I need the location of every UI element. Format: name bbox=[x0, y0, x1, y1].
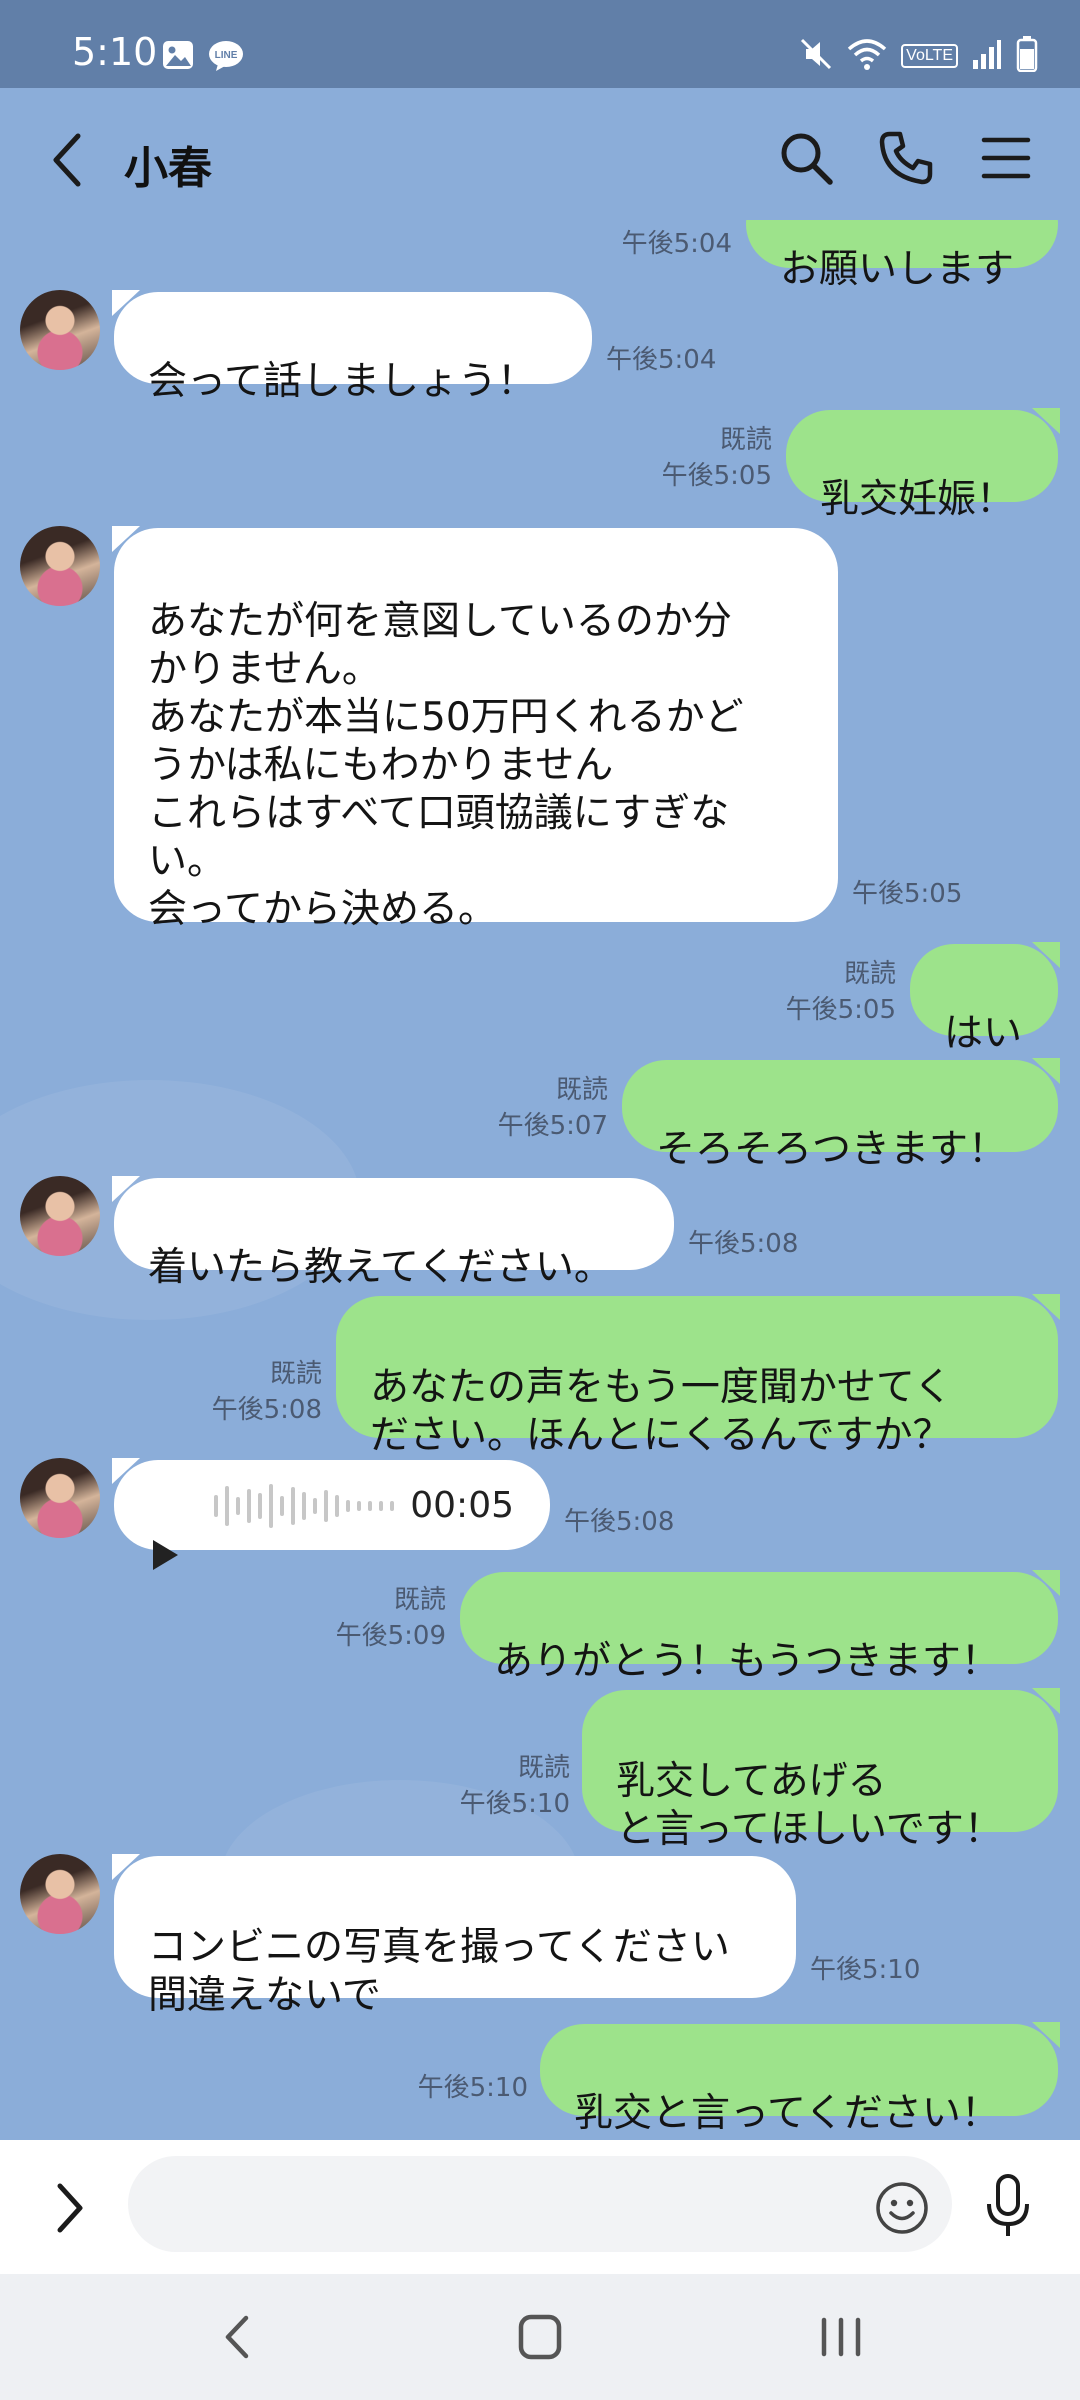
voice-duration: 00:05 bbox=[410, 1485, 514, 1526]
message-time: 午後5:05 bbox=[661, 461, 772, 491]
read-receipt: 既読 bbox=[517, 1753, 570, 1783]
volte-icon: VoLTE bbox=[901, 44, 958, 68]
message-time: 午後5:04 bbox=[606, 345, 717, 375]
message-text: 会って話しましょう！ bbox=[148, 359, 537, 404]
voice-message[interactable]: 00:05 bbox=[112, 1458, 550, 1570]
message-text: お願いします bbox=[780, 247, 1015, 292]
message-bubble-sent[interactable]: 乳交してあげる と言ってほしいです！ bbox=[582, 1688, 1060, 1852]
message-time: 午後5:05 bbox=[785, 995, 896, 1025]
message-bubble-received[interactable]: コンビニの写真を撮ってください 間違えないで bbox=[112, 1854, 796, 2018]
message-text: はい bbox=[944, 1011, 1023, 1056]
message-meta: 既読 午後5:05 bbox=[574, 422, 772, 494]
message-bubble-sent[interactable]: お願いします bbox=[746, 220, 1058, 292]
message-meta: 午後5:04 bbox=[540, 226, 732, 262]
message-meta: 既読 午後5:08 bbox=[120, 1356, 322, 1428]
mic-icon[interactable] bbox=[984, 2174, 1032, 2244]
message-bubble-received[interactable]: 会って話しましょう！ bbox=[112, 290, 592, 404]
message-time: 午後5:09 bbox=[335, 1621, 446, 1651]
voice-waveform bbox=[214, 1482, 394, 1530]
message-time: 午後5:04 bbox=[621, 229, 732, 259]
back-icon[interactable] bbox=[44, 128, 94, 192]
status-bar: 5:10 LINE VoLTE bbox=[0, 0, 1080, 88]
avatar[interactable] bbox=[20, 1458, 100, 1538]
message-text: 着いたら教えてください。 bbox=[148, 1245, 613, 1290]
message-time: 午後5:08 bbox=[688, 1229, 799, 1259]
message-bubble-sent[interactable]: はい bbox=[910, 942, 1060, 1056]
emoji-icon[interactable] bbox=[874, 2180, 930, 2240]
svg-text:LINE: LINE bbox=[215, 50, 238, 61]
message-meta: 午後5:10 bbox=[320, 2070, 528, 2106]
message-meta: 既読 午後5:10 bbox=[364, 1750, 570, 1822]
avatar[interactable] bbox=[20, 1854, 100, 1934]
read-receipt: 既読 bbox=[843, 959, 896, 989]
phone-icon[interactable] bbox=[876, 128, 936, 188]
line-app-icon: LINE bbox=[208, 40, 244, 76]
message-text: あなたの声をもう一度聞かせてく ださい。ほんとにくるんですか？ bbox=[370, 1365, 953, 1458]
message-bubble-sent[interactable]: 乳交と言ってください！ bbox=[540, 2022, 1060, 2136]
message-text: 乳交妊娠！ bbox=[820, 477, 1016, 522]
avatar[interactable] bbox=[20, 1176, 100, 1256]
status-icons: VoLTE bbox=[799, 36, 1038, 76]
message-text: コンビニの写真を撮ってください 間違えないで bbox=[148, 1925, 730, 2018]
avatar[interactable] bbox=[20, 526, 100, 606]
message-text: 乳交してあげる と言ってほしいです！ bbox=[616, 1759, 1003, 1852]
message-bubble-received[interactable]: あなたが何を意図しているのか分 かりません。 あなたが本当に50万円くれるかど … bbox=[112, 526, 838, 932]
message-text: あなたが何を意図しているのか分 かりません。 あなたが本当に50万円くれるかど … bbox=[148, 599, 744, 932]
chat-message-list[interactable]: お願いします 午後5:04 会って話しましょう！ 午後5:04 既読 午後5:0… bbox=[0, 220, 1080, 2140]
message-time: 午後5:08 bbox=[211, 1395, 322, 1425]
message-bubble-sent[interactable]: そろそろつきます！ bbox=[622, 1058, 1060, 1172]
message-bubble-received[interactable]: 着いたら教えてください。 bbox=[112, 1176, 674, 1290]
message-text: そろそろつきます！ bbox=[656, 1127, 1008, 1172]
chat-header: 小春 bbox=[0, 88, 1080, 230]
read-receipt: 既読 bbox=[393, 1585, 446, 1615]
message-time: 午後5:07 bbox=[497, 1111, 608, 1141]
chevron-right-icon[interactable] bbox=[50, 2180, 90, 2240]
message-meta: 既読 午後5:09 bbox=[236, 1582, 446, 1654]
message-time: 午後5:10 bbox=[417, 2073, 528, 2103]
message-input[interactable] bbox=[128, 2156, 952, 2252]
wifi-icon bbox=[847, 37, 887, 75]
play-icon[interactable] bbox=[150, 1488, 180, 1584]
message-time: 午後5:05 bbox=[852, 879, 963, 909]
menu-icon[interactable] bbox=[976, 128, 1036, 188]
search-icon[interactable] bbox=[776, 128, 836, 188]
message-text: ありがとう！もうつきます！ bbox=[494, 1639, 1000, 1684]
system-nav-bar bbox=[0, 2274, 1080, 2400]
message-meta: 既読 午後5:07 bbox=[410, 1072, 608, 1144]
status-time: 5:10 bbox=[72, 30, 158, 74]
signal-icon bbox=[972, 38, 1002, 74]
message-bubble-sent[interactable]: 乳交妊娠！ bbox=[786, 408, 1060, 522]
read-receipt: 既読 bbox=[555, 1075, 608, 1105]
message-meta: 既読 午後5:05 bbox=[694, 956, 896, 1028]
read-receipt: 既読 bbox=[719, 425, 772, 455]
nav-recents-icon[interactable] bbox=[818, 2312, 864, 2366]
image-icon bbox=[162, 40, 194, 74]
message-time: 午後5:10 bbox=[459, 1789, 570, 1819]
message-time: 午後5:10 bbox=[810, 1955, 921, 1985]
nav-home-icon[interactable] bbox=[516, 2312, 564, 2366]
message-input-bar bbox=[0, 2140, 1080, 2274]
nav-back-icon[interactable] bbox=[218, 2312, 258, 2366]
message-bubble-sent[interactable]: ありがとう！もうつきます！ bbox=[460, 1570, 1060, 1684]
message-bubble-sent[interactable]: あなたの声をもう一度聞かせてく ださい。ほんとにくるんですか？ bbox=[336, 1294, 1060, 1458]
read-receipt: 既読 bbox=[269, 1359, 322, 1389]
mute-icon bbox=[799, 37, 833, 75]
battery-icon bbox=[1016, 36, 1038, 76]
message-time: 午後5:08 bbox=[564, 1507, 675, 1537]
avatar[interactable] bbox=[20, 290, 100, 370]
chat-title: 小春 bbox=[124, 143, 212, 194]
message-text: 乳交と言ってください！ bbox=[574, 2091, 1000, 2136]
